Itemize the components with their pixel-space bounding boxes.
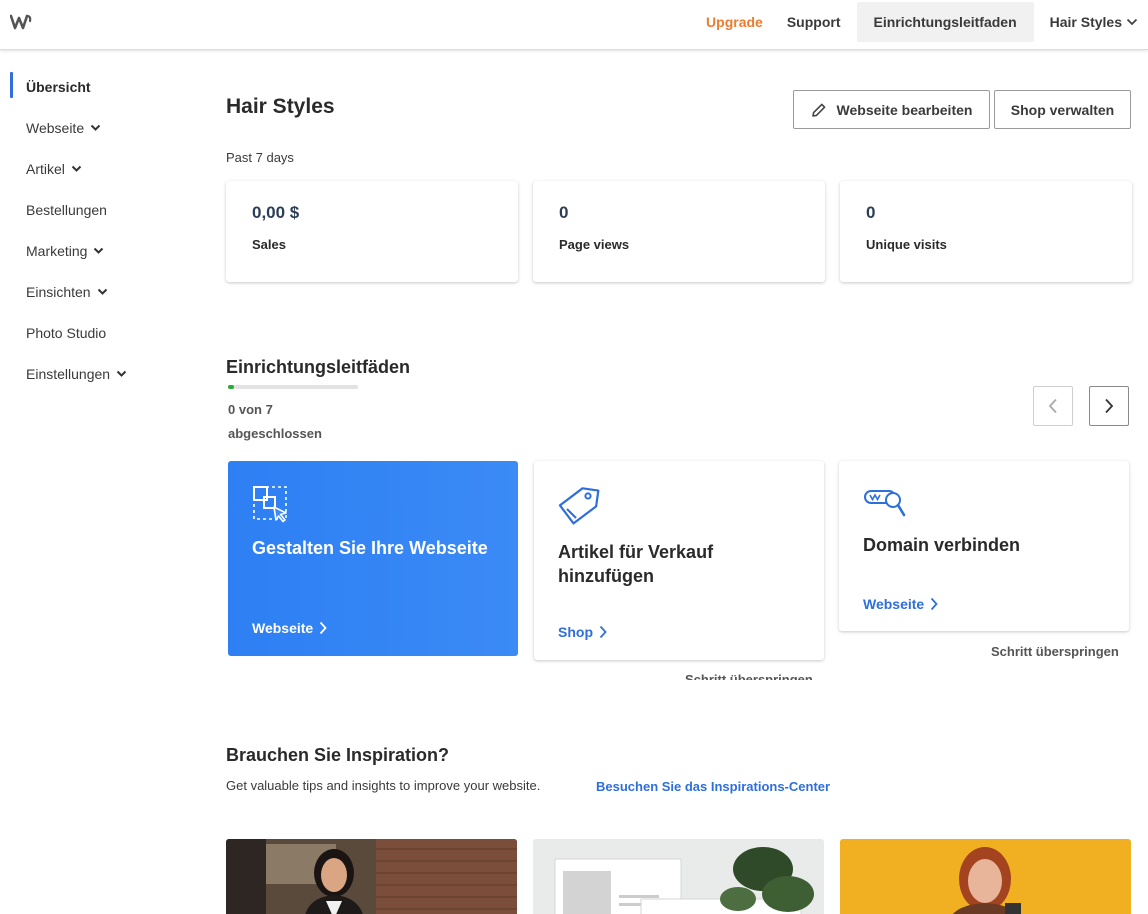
skip-step-link[interactable]: Schritt überspringen: [685, 672, 813, 680]
domain-search-icon: [864, 490, 906, 517]
inspiration-title: Brauchen Sie Inspiration?: [226, 745, 450, 765]
stat-value: 0,00 $: [252, 203, 300, 222]
guide-card-link[interactable]: Shop: [558, 624, 607, 640]
manage-shop-button[interactable]: Shop verwalten: [994, 90, 1131, 129]
top-nav: Upgrade Support Einrichtungsleitfaden Ha…: [694, 2, 1148, 42]
chevron-down-icon[interactable]: [97, 288, 108, 296]
sidebar-item-label: Einsichten: [26, 283, 91, 300]
guide-card-link-label: Webseite: [252, 620, 314, 636]
page-title: Hair Styles: [226, 95, 335, 118]
carousel-next-button[interactable]: [1089, 386, 1129, 426]
sidebar-item[interactable]: Einsichten: [0, 271, 190, 312]
chevron-down-icon: [1126, 18, 1138, 26]
website-mockup-photo: [533, 839, 824, 914]
sidebar-item-label: Webseite: [26, 119, 85, 136]
guide-card-link-label: Shop: [558, 624, 593, 640]
chevron-down-icon[interactable]: [71, 165, 82, 173]
setup-progress-text: 0 von 7 abgeschlossen: [228, 398, 368, 446]
chevron-down-icon[interactable]: [116, 370, 127, 378]
sidebar-item-label: Artikel: [26, 160, 65, 177]
guide-card-title: Artikel für Verkauf hinzufügen: [558, 542, 714, 586]
sidebar-item-label: Marketing: [26, 242, 88, 259]
sidebar-item[interactable]: Artikel: [0, 148, 190, 189]
site-name: Hair Styles: [1049, 14, 1122, 30]
stat-label: Sales: [252, 237, 286, 252]
sidebar-item[interactable]: Übersicht: [0, 66, 190, 107]
sidebar: Übersicht Webseite Artikel Bestellungen Mark…: [0, 66, 190, 394]
support-link[interactable]: Support: [775, 2, 853, 42]
inspiration-thumbnail-1[interactable]: [226, 839, 517, 914]
chevron-down-icon[interactable]: [93, 247, 104, 255]
pencil-icon: [811, 103, 825, 117]
stat-label: Page views: [559, 237, 630, 252]
weebly-logo-icon[interactable]: [10, 13, 32, 31]
top-bar: Upgrade Support Einrichtungsleitfaden Ha…: [0, 0, 1148, 50]
progress-count: 0 von 7: [228, 402, 273, 417]
inspiration-thumbnail-3[interactable]: [840, 839, 1131, 914]
edit-website-label: Webseite bearbeiten: [836, 101, 973, 118]
chevron-down-icon[interactable]: [90, 124, 101, 132]
sidebar-item-label: Übersicht: [26, 78, 91, 95]
progress-status: abgeschlossen: [228, 426, 322, 441]
guide-card-connect-domain[interactable]: Domain verbinden Webseite: [839, 461, 1129, 631]
setup-guides-title: Einrichtungsleitfäden: [226, 357, 411, 377]
inspiration-subtitle: Get valuable tips and insights to improv…: [226, 778, 541, 793]
inspiration-thumbnail-2[interactable]: [533, 839, 824, 914]
skip-step-link[interactable]: Schritt überspringen: [991, 644, 1119, 659]
upgrade-link[interactable]: Upgrade: [694, 2, 775, 42]
redhead-woman-photo: [840, 839, 1131, 914]
guide-card-title: Gestalten Sie Ihre Webseite: [252, 538, 488, 558]
sidebar-item-label: Bestellungen: [26, 201, 107, 218]
chevron-right-icon: [1105, 398, 1114, 414]
guide-card-link[interactable]: Webseite: [863, 596, 938, 612]
chevron-right-icon: [599, 625, 607, 639]
stat-card-sales: 0,00 $ Sales: [226, 181, 518, 282]
chevron-right-icon: [320, 621, 327, 635]
guide-card-link[interactable]: Webseite: [252, 620, 327, 636]
edit-website-button[interactable]: Webseite bearbeiten: [793, 90, 990, 129]
guide-card-add-products[interactable]: Artikel für Verkauf hinzufügen Shop: [534, 461, 824, 660]
stat-label: Unique visits: [866, 237, 947, 252]
sidebar-item-label: Einstellungen: [26, 365, 111, 382]
stat-value: 0: [559, 203, 569, 222]
sidebar-item[interactable]: Photo Studio: [0, 312, 190, 353]
period-label: Past 7 days: [226, 150, 294, 165]
stat-card-unique-visits: 0 Unique visits: [840, 181, 1132, 282]
design-select-cursor-icon: [253, 486, 287, 523]
carousel-prev-button[interactable]: [1033, 386, 1073, 426]
sidebar-item[interactable]: Webseite: [0, 107, 190, 148]
sidebar-item-label: Photo Studio: [26, 324, 107, 341]
stat-card-page-views: 0 Page views: [533, 181, 825, 282]
guide-card-link-label: Webseite: [863, 596, 925, 612]
price-tag-icon: [558, 487, 600, 525]
setup-progress-fill: [228, 385, 234, 389]
chevron-left-icon: [1048, 398, 1057, 414]
sidebar-item[interactable]: Marketing: [0, 230, 190, 271]
setup-guide-button[interactable]: Einrichtungsleitfaden: [856, 2, 1034, 42]
chevron-right-icon: [931, 597, 938, 611]
stat-value: 0: [866, 203, 876, 222]
guide-card-design-website[interactable]: Gestalten Sie Ihre Webseite Webseite: [228, 461, 518, 656]
setup-progress-bar: [228, 385, 358, 389]
sidebar-item[interactable]: Einstellungen: [0, 353, 190, 394]
guide-card-title: Domain verbinden: [863, 535, 1021, 555]
site-switcher[interactable]: Hair Styles: [1038, 2, 1148, 42]
inspiration-center-link[interactable]: Besuchen Sie das Inspirations-Center: [596, 779, 830, 794]
sidebar-item[interactable]: Bestellungen: [0, 189, 190, 230]
woman-portrait-photo: [226, 839, 517, 914]
